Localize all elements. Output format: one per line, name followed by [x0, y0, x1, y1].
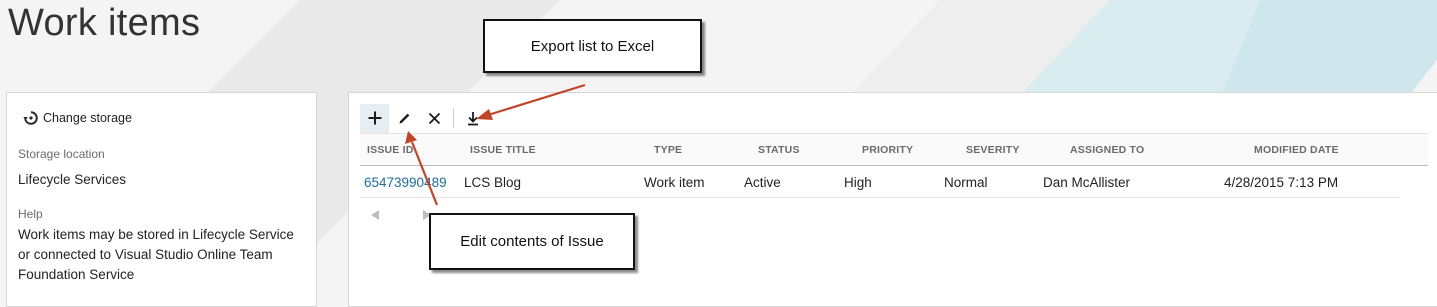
- refresh-icon: [23, 111, 38, 125]
- toolbar: [360, 103, 488, 133]
- assigned-to-cell: Dan McAllister: [1043, 175, 1131, 190]
- column-header-assigned-to[interactable]: ASSIGNED TO: [1070, 144, 1144, 156]
- column-header-status[interactable]: STATUS: [758, 144, 800, 156]
- export-callout: Export list to Excel: [483, 19, 702, 73]
- change-storage-label: Change storage: [43, 111, 132, 125]
- export-button[interactable]: [458, 104, 487, 133]
- storage-sidebar: Change storage Storage location Lifecycl…: [6, 92, 317, 307]
- triangle-left-icon: [371, 210, 379, 220]
- delete-button[interactable]: [420, 104, 449, 133]
- work-items-panel: ISSUE ID ISSUE TITLE TYPE STATUS PRIORIT…: [348, 92, 1437, 307]
- close-icon: [428, 112, 441, 124]
- issue-id-link[interactable]: 65473990489: [364, 175, 447, 190]
- help-line: Foundation Service: [18, 267, 135, 282]
- help-line: Work items may be stored in Lifecycle Se…: [18, 227, 294, 242]
- download-icon: [467, 111, 478, 125]
- priority-cell: High: [844, 175, 872, 190]
- grid-header: ISSUE ID ISSUE TITLE TYPE STATUS PRIORIT…: [360, 133, 1428, 166]
- issue-title-cell: LCS Blog: [464, 175, 522, 190]
- help-text: Work items may be stored in Lifecycle Se…: [18, 225, 313, 285]
- column-header-priority[interactable]: PRIORITY: [862, 144, 913, 156]
- type-cell: Work item: [644, 175, 705, 190]
- storage-location-value: Lifecycle Services: [18, 172, 127, 187]
- table-row[interactable]: 65473990489 LCS Blog Work item Active Hi…: [360, 168, 1400, 198]
- severity-cell: Normal: [944, 175, 988, 190]
- plus-icon: [368, 111, 381, 125]
- add-button[interactable]: [360, 103, 389, 133]
- change-storage-button[interactable]: Change storage: [23, 110, 132, 126]
- column-header-type[interactable]: TYPE: [654, 144, 682, 156]
- column-header-severity[interactable]: SEVERITY: [966, 144, 1020, 156]
- storage-location-label: Storage location: [18, 147, 105, 161]
- pencil-icon: [399, 113, 409, 124]
- status-cell: Active: [744, 175, 781, 190]
- column-header-issue-id[interactable]: ISSUE ID: [367, 144, 414, 156]
- edit-callout: Edit contents of Issue: [429, 213, 635, 270]
- column-header-modified-date[interactable]: MODIFIED DATE: [1254, 144, 1339, 156]
- page-title: Work items: [8, 2, 201, 44]
- toolbar-divider: [453, 108, 454, 128]
- previous-page-button[interactable]: [369, 209, 381, 224]
- edit-button[interactable]: [390, 104, 419, 133]
- modified-date-cell: 4/28/2015 7:13 PM: [1224, 175, 1339, 190]
- help-line: or connected to Visual Studio Online Tea…: [18, 247, 273, 262]
- help-label: Help: [18, 207, 43, 221]
- column-header-issue-title[interactable]: ISSUE TITLE: [470, 144, 536, 156]
